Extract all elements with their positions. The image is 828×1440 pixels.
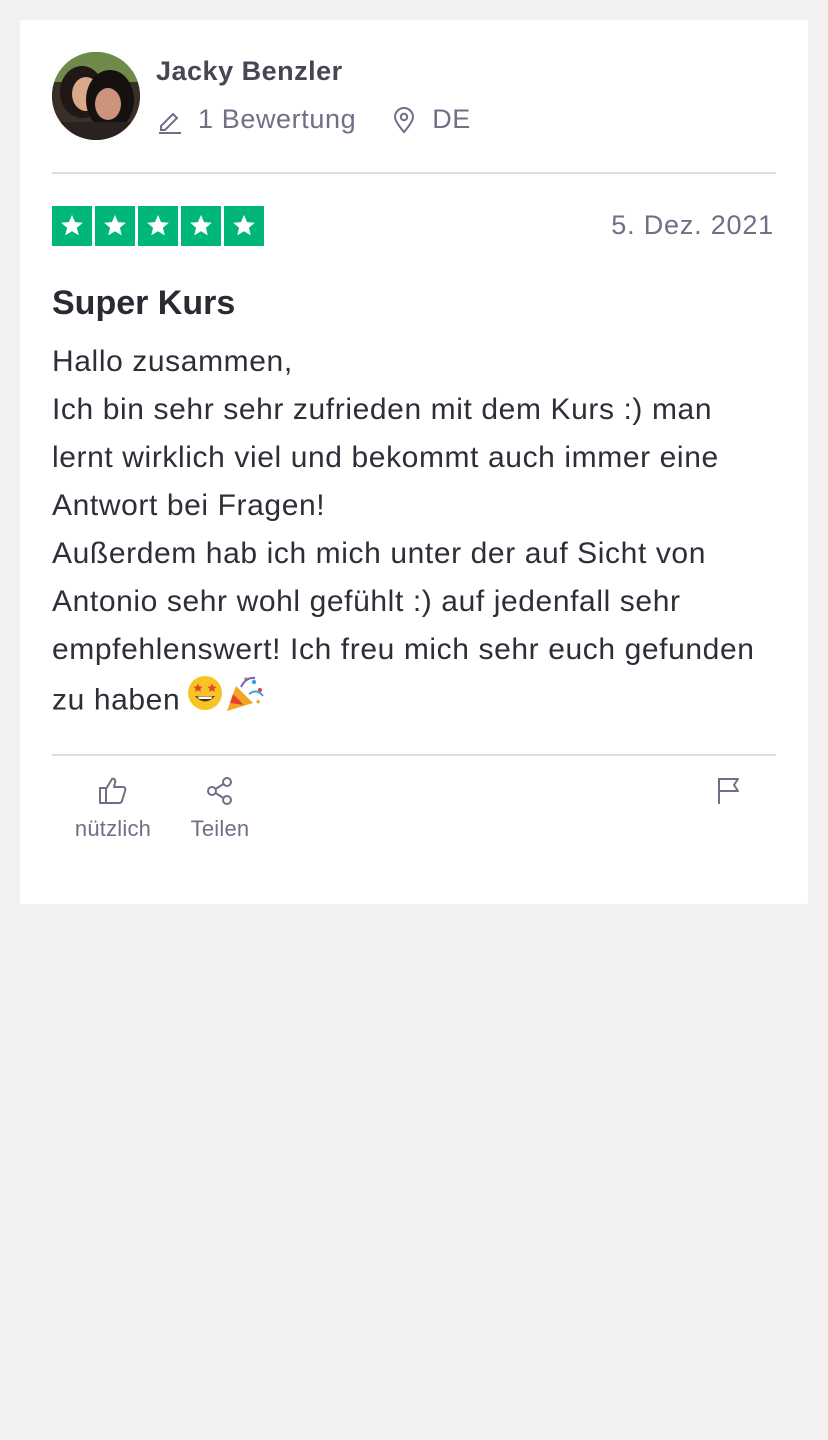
useful-button[interactable]: nützlich bbox=[72, 774, 154, 842]
review-date: 5. Dez. 2021 bbox=[611, 210, 774, 240]
author-name[interactable]: Jacky Benzler bbox=[156, 56, 343, 87]
star-rating bbox=[52, 206, 264, 246]
star-icon bbox=[138, 206, 178, 246]
footer-divider bbox=[52, 754, 776, 756]
star-icon bbox=[224, 206, 264, 246]
star-icon bbox=[52, 206, 92, 246]
share-button[interactable]: Teilen bbox=[188, 774, 252, 842]
location-pin-icon bbox=[390, 106, 418, 134]
pencil-icon bbox=[156, 106, 184, 134]
author-meta: 1 Bewertung DE bbox=[156, 104, 471, 135]
star-struck-emoji bbox=[186, 674, 224, 729]
body-line: Außerdem hab ich mich unter der auf Sich… bbox=[52, 530, 782, 729]
body-line: Ich bin sehr sehr zufrieden mit dem Kurs… bbox=[52, 393, 719, 522]
report-button[interactable] bbox=[710, 774, 746, 816]
review-count-label: 1 Bewertung bbox=[198, 104, 357, 134]
review-card: Jacky Benzler 1 Bewertung DE 5. Dez. 202… bbox=[20, 20, 808, 904]
useful-label: nützlich bbox=[74, 816, 152, 841]
body-line: Hallo zusammen, bbox=[52, 345, 293, 378]
review-header: Jacky Benzler 1 Bewertung DE bbox=[52, 52, 776, 142]
review-body: Hallo zusammen, Ich bin sehr sehr zufrie… bbox=[52, 338, 782, 729]
country-label: DE bbox=[432, 104, 471, 134]
flag-icon bbox=[711, 774, 745, 808]
party-popper-emoji bbox=[224, 674, 266, 729]
author-country: DE bbox=[390, 104, 471, 135]
review-count: 1 Bewertung bbox=[156, 104, 356, 135]
star-icon bbox=[95, 206, 135, 246]
share-icon bbox=[203, 774, 237, 808]
thumbs-up-icon bbox=[96, 774, 130, 808]
header-divider bbox=[52, 172, 776, 174]
review-title[interactable]: Super Kurs bbox=[52, 284, 235, 323]
share-label: Teilen bbox=[190, 816, 250, 841]
review-actions: nützlich Teilen bbox=[52, 774, 776, 864]
emoji-group bbox=[186, 674, 266, 729]
star-icon bbox=[181, 206, 221, 246]
body-line-text: Außerdem hab ich mich unter der auf Sich… bbox=[52, 537, 755, 717]
avatar[interactable] bbox=[52, 52, 140, 140]
